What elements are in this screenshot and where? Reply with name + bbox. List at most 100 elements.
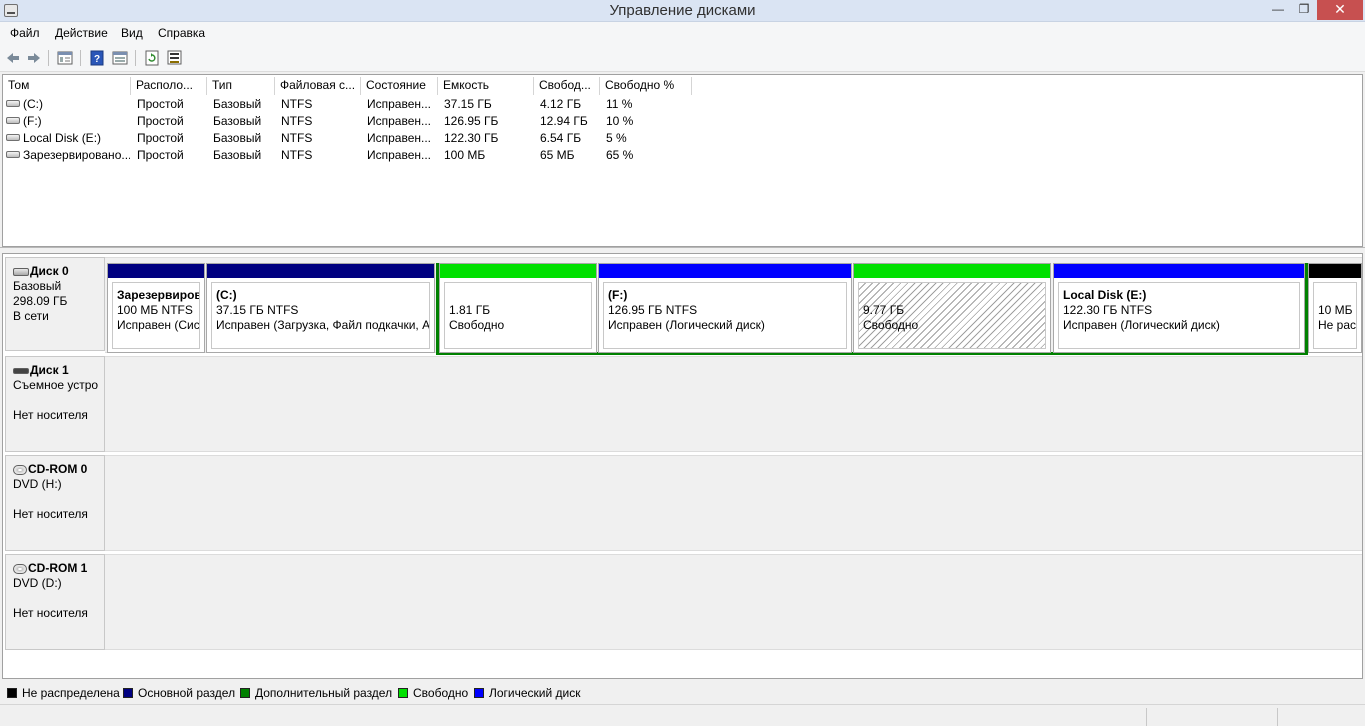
partition-c[interactable]: (C:) 37.15 ГБ NTFS Исправен (Загрузка, Фай… [206, 263, 435, 353]
disk-type: DVD (H:) [13, 477, 62, 491]
title-bar: Управление дисками — ❐ ✕ [0, 0, 1365, 22]
status-cell: Исправен... [367, 97, 432, 111]
status-bar-separator [1146, 708, 1147, 726]
toolbar-separator [135, 50, 136, 66]
partition-status: Свободно [863, 318, 919, 332]
capacity-cell: 126.95 ГБ [444, 114, 499, 128]
column-header-filesystem[interactable]: Файловая с... [275, 77, 361, 95]
partition-free-2[interactable]: 9.77 ГБ Свободно [853, 263, 1051, 353]
disk-name: Диск 1 [30, 363, 69, 377]
free-space-bar [440, 264, 596, 278]
column-header-status[interactable]: Состояние [361, 77, 438, 95]
status-bar-separator [1277, 708, 1278, 726]
type-cell: Базовый [213, 148, 262, 162]
partition-name: Зарезервиров [117, 288, 200, 302]
volume-list-header: Том Располо... Тип Файловая с... Состоян… [3, 77, 1362, 95]
disk-0-partitions: Зарезервиров 100 МБ NTFS Исправен (Сист (C… [105, 257, 1362, 355]
status-cell: Исправен... [367, 148, 432, 162]
partition-status: Исправен (Сист [117, 318, 200, 332]
column-header-free-percent[interactable]: Свободно % [600, 77, 692, 95]
status-cell: Исправен... [367, 131, 432, 145]
volume-row[interactable]: Зарезервировано... Простой Базовый NTFS … [3, 147, 1362, 164]
volume-name-cell: (C:) [6, 96, 130, 113]
close-button[interactable]: ✕ [1317, 0, 1363, 20]
partition-unallocated[interactable]: 10 МБ Не рас [1308, 263, 1362, 353]
type-cell: Базовый [213, 131, 262, 145]
type-cell: Базовый [213, 114, 262, 128]
free-percent-cell: 65 % [606, 148, 634, 162]
column-header-free-space[interactable]: Свобод... [534, 77, 600, 95]
help-icon[interactable]: ? [88, 49, 106, 67]
refresh-icon[interactable] [143, 49, 161, 67]
partition-size: 126.95 ГБ NTFS [608, 303, 698, 317]
menu-help[interactable]: Справка [158, 26, 205, 40]
disk-1-area [105, 356, 1362, 452]
disk-type: Съемное устро [13, 378, 99, 392]
menu-view[interactable]: Вид [121, 26, 143, 40]
cdrom-1-label[interactable]: CD-ROM 1 DVD (D:) Нет носителя [5, 554, 105, 650]
menu-file[interactable]: Файл [10, 26, 40, 40]
partition-size: 10 МБ [1318, 303, 1353, 317]
partition-name [863, 288, 1045, 303]
layout-cell: Простой [137, 114, 184, 128]
disk-size: 298.09 ГБ [13, 294, 68, 308]
legend-swatch [474, 688, 484, 698]
volume-name-cell: Зарезервировано... [6, 147, 130, 164]
column-header-volume[interactable]: Том [3, 77, 131, 95]
legend-item: Основной раздел [123, 686, 235, 700]
disk-name: CD-ROM 1 [28, 561, 88, 575]
volume-row[interactable]: (C:) Простой Базовый NTFS Исправен... 37… [3, 96, 1362, 113]
disk-status: В сети [13, 309, 49, 323]
disk-map: Диск 0 Базовый 298.09 ГБ В сети Зарезерв… [2, 253, 1363, 679]
forward-icon[interactable] [25, 49, 43, 67]
partition-name: (C:) [216, 288, 237, 302]
partition-size: 122.30 ГБ NTFS [1063, 303, 1153, 317]
menu-bar: Файл Действие Вид Справка [0, 22, 1365, 44]
free-space-cell: 6.54 ГБ [540, 131, 582, 145]
column-header-type[interactable]: Тип [207, 77, 275, 95]
disk-1-label[interactable]: Диск 1 Съемное устро Нет носителя [5, 356, 105, 452]
legend-item: Свободно [398, 686, 468, 700]
capacity-cell: 37.15 ГБ [444, 97, 492, 111]
partition-e[interactable]: Local Disk (E:) 122.30 ГБ NTFS Исправен (Л… [1053, 263, 1305, 353]
partition-name [1318, 288, 1356, 303]
logical-drive-bar [1054, 264, 1304, 278]
legend-swatch [240, 688, 250, 698]
logical-drive-bar [599, 264, 851, 278]
disk-status: Нет носителя [13, 507, 88, 521]
drive-icon [6, 151, 20, 158]
column-header-layout[interactable]: Располо... [131, 77, 207, 95]
partition-f[interactable]: (F:) 126.95 ГБ NTFS Исправен (Логический д… [598, 263, 852, 353]
disk-0-label[interactable]: Диск 0 Базовый 298.09 ГБ В сети [5, 257, 105, 351]
layout-cell: Простой [137, 148, 184, 162]
back-icon[interactable] [4, 49, 22, 67]
disk-name: CD-ROM 0 [28, 462, 88, 476]
view-icon[interactable] [111, 49, 129, 67]
disk-status: Нет носителя [13, 606, 88, 620]
disk-status: Нет носителя [13, 408, 88, 422]
disk-type: Базовый [13, 279, 62, 293]
volume-row[interactable]: Local Disk (E:) Простой Базовый NTFS Исп… [3, 130, 1362, 147]
volume-name-cell: (F:) [6, 113, 130, 130]
minimize-button[interactable]: — [1265, 0, 1291, 20]
layout-cell: Простой [137, 131, 184, 145]
legend-swatch [123, 688, 133, 698]
legend-swatch [398, 688, 408, 698]
volume-name-cell: Local Disk (E:) [6, 130, 130, 147]
cdrom-1-area [105, 554, 1362, 650]
maximize-button[interactable]: ❐ [1291, 0, 1317, 20]
column-header-capacity[interactable]: Емкость [438, 77, 534, 95]
menu-action[interactable]: Действие [55, 26, 108, 40]
rescan-icon[interactable] [166, 49, 184, 67]
disk-type: DVD (D:) [13, 576, 62, 590]
free-percent-cell: 10 % [606, 114, 634, 128]
partition-reserved[interactable]: Зарезервиров 100 МБ NTFS Исправен (Сист [107, 263, 205, 353]
volume-list: Том Располо... Тип Файловая с... Состоян… [2, 74, 1363, 247]
volume-row[interactable]: (F:) Простой Базовый NTFS Исправен... 12… [3, 113, 1362, 130]
partition-free-1[interactable]: 1.81 ГБ Свободно [439, 263, 597, 353]
cd-drive-icon [13, 464, 27, 475]
cdrom-0-label[interactable]: CD-ROM 0 DVD (H:) Нет носителя [5, 455, 105, 551]
free-percent-cell: 11 % [606, 97, 633, 111]
properties-icon[interactable] [56, 49, 74, 67]
partition-size: 100 МБ NTFS [117, 303, 193, 317]
